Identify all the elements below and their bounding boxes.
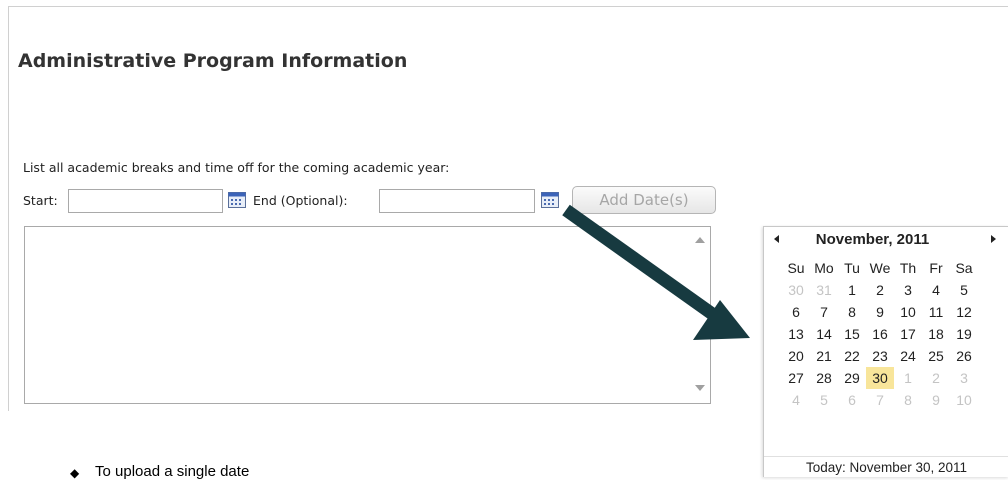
bullet-diamond-icon: ◆ — [70, 466, 80, 480]
calendar-day[interactable]: 14 — [810, 323, 838, 345]
month-year-label: November, 2011 — [815, 231, 930, 248]
calendar-day[interactable]: 12 — [950, 301, 978, 323]
panel-border-left — [8, 6, 9, 411]
weekday-label: Tu — [844, 260, 860, 276]
calendar-day[interactable]: 10 — [950, 389, 978, 411]
calendar-day[interactable]: 20 — [782, 345, 810, 367]
calendar-day[interactable]: 3 — [950, 367, 978, 389]
calendar-week-row: 20 21 22 23 24 25 26 — [782, 345, 978, 367]
next-month-icon[interactable] — [991, 235, 996, 243]
end-calendar-icon[interactable] — [541, 192, 559, 208]
calendar-day[interactable]: 24 — [894, 345, 922, 367]
calendar-day[interactable]: 10 — [894, 301, 922, 323]
calendar-day[interactable]: 4 — [922, 279, 950, 301]
weekday-label: Su — [787, 260, 805, 276]
calendar-day[interactable]: 29 — [838, 367, 866, 389]
calendar-day[interactable]: 23 — [866, 345, 894, 367]
calendar-day[interactable]: 3 — [894, 279, 922, 301]
calendar-day[interactable]: 5 — [950, 279, 978, 301]
calendar-day[interactable]: 31 — [810, 279, 838, 301]
calendar-day[interactable]: 16 — [866, 323, 894, 345]
start-label: Start: — [23, 193, 58, 208]
start-date-input[interactable] — [68, 189, 223, 213]
calendar-day[interactable]: 15 — [838, 323, 866, 345]
calendar-day[interactable]: 2 — [866, 279, 894, 301]
calendar-day[interactable]: 2 — [922, 367, 950, 389]
calendar-day[interactable]: 4 — [782, 389, 810, 411]
calendar-week-row: 13 14 15 16 17 18 19 — [782, 323, 978, 345]
calendar-day[interactable]: 18 — [922, 323, 950, 345]
calendar-day[interactable]: 8 — [894, 389, 922, 411]
calendar-day[interactable]: 7 — [866, 389, 894, 411]
calendar-day[interactable]: 27 — [782, 367, 810, 389]
scroll-up-arrow-icon[interactable] — [695, 237, 705, 243]
calendar-day[interactable]: 28 — [810, 367, 838, 389]
calendar-day[interactable]: 26 — [950, 345, 978, 367]
weekday-label: Mo — [814, 260, 834, 276]
breaks-instructions: List all academic breaks and time off fo… — [23, 160, 450, 175]
weekday-label: Fr — [929, 260, 943, 276]
calendar-grid: Su Mo Tu We Th Fr Sa 30 31 1 2 3 4 5 6 7 8 9 10 11 12 13 14 15 1… — [782, 257, 978, 411]
datepicker-header: November, 2011 — [764, 227, 1008, 255]
scroll-down-arrow-icon[interactable] — [695, 385, 705, 391]
calendar-day[interactable]: 6 — [838, 389, 866, 411]
calendar-week-row: 6 7 8 9 10 11 12 — [782, 301, 978, 323]
calendar-week-row: 4 5 6 7 8 9 10 — [782, 389, 978, 411]
today-link[interactable]: Today: November 30, 2011 — [764, 456, 1008, 475]
start-calendar-icon[interactable] — [228, 192, 246, 208]
calendar-day[interactable]: 17 — [894, 323, 922, 345]
weekday-label: We — [869, 260, 891, 276]
calendar-day[interactable]: 5 — [810, 389, 838, 411]
calendar-day[interactable]: 9 — [922, 389, 950, 411]
calendar-day[interactable]: 25 — [922, 345, 950, 367]
weekday-label: Sa — [955, 260, 973, 276]
calendar-day[interactable]: 21 — [810, 345, 838, 367]
calendar-day[interactable]: 8 — [838, 301, 866, 323]
calendar-day[interactable]: 1 — [838, 279, 866, 301]
calendar-week-row: 30 31 1 2 3 4 5 — [782, 279, 978, 301]
calendar-day[interactable]: 9 — [866, 301, 894, 323]
datepicker-popup[interactable]: November, 2011 Su Mo Tu We Th Fr Sa 30 31 1 2 3 4 5 6 7… — [763, 226, 1008, 477]
calendar-day[interactable]: 19 — [950, 323, 978, 345]
calendar-week-row: 27 28 29 30 1 2 3 — [782, 367, 978, 389]
instruction-note: To upload a single date — [95, 463, 250, 480]
add-dates-button[interactable]: Add Date(s) — [572, 186, 716, 214]
calendar-day[interactable]: 11 — [922, 301, 950, 323]
end-date-input[interactable] — [379, 189, 535, 213]
weekday-header-row: Su Mo Tu We Th Fr Sa — [782, 257, 978, 279]
calendar-day[interactable]: 22 — [838, 345, 866, 367]
breaks-list-textarea[interactable] — [24, 226, 711, 404]
calendar-day[interactable]: 7 — [810, 301, 838, 323]
weekday-label: Th — [899, 260, 917, 276]
calendar-day[interactable]: 30 — [782, 279, 810, 301]
calendar-day-selected[interactable]: 30 — [866, 367, 894, 389]
calendar-day[interactable]: 6 — [782, 301, 810, 323]
calendar-day[interactable]: 1 — [894, 367, 922, 389]
page-title: Administrative Program Information — [18, 50, 408, 72]
end-label: End (Optional): — [253, 193, 348, 208]
breaks-list-scrollbar[interactable] — [692, 227, 710, 403]
calendar-day[interactable]: 13 — [782, 323, 810, 345]
panel-border-top — [8, 6, 1008, 7]
